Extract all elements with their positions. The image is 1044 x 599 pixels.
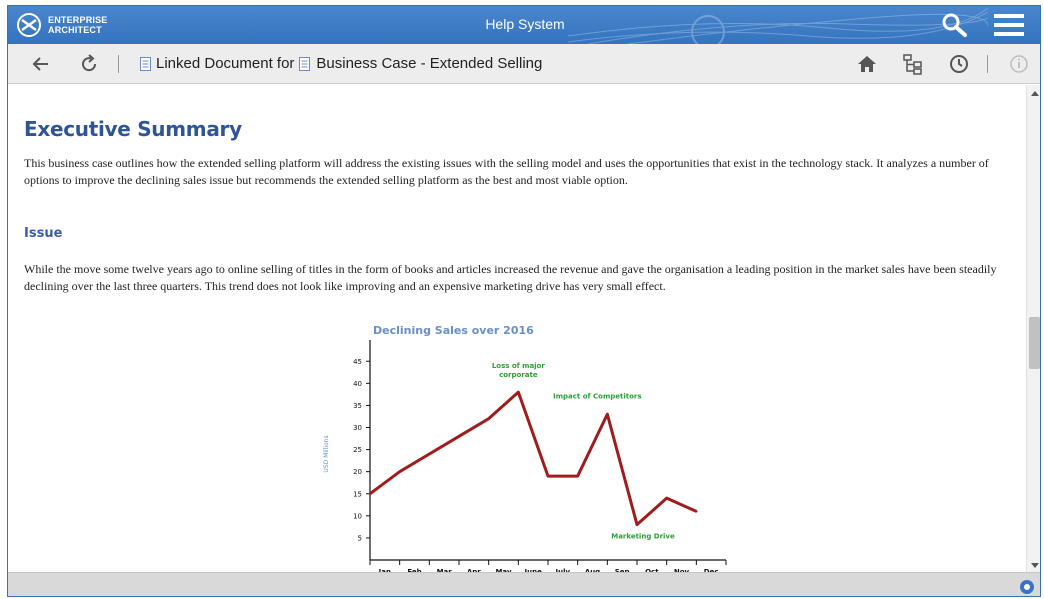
back-arrow-icon[interactable] <box>30 53 52 75</box>
data-point <box>517 390 520 394</box>
y-tick-label: 30 <box>353 424 362 432</box>
y-tick-label: 15 <box>353 490 362 498</box>
data-point <box>665 496 668 500</box>
data-point <box>428 452 431 456</box>
scroll-down-arrow-icon[interactable] <box>1031 563 1039 568</box>
document-icon <box>140 56 151 71</box>
info-icon[interactable] <box>1008 53 1030 75</box>
chart-annotation: Impact of Competitors <box>553 392 641 400</box>
data-point <box>546 474 550 478</box>
toolbar-separator <box>987 55 988 73</box>
scrollbar-thumb[interactable] <box>1029 317 1040 369</box>
data-point <box>487 417 490 420</box>
document-icon <box>299 56 311 71</box>
data-point <box>695 510 698 513</box>
refresh-icon[interactable] <box>78 53 100 75</box>
y-tick-label: 5 <box>358 534 362 542</box>
chart-title: Declining Sales over 2016 <box>373 324 534 337</box>
history-icon[interactable] <box>948 53 970 75</box>
y-axis-label: USD Millions <box>323 435 330 472</box>
status-indicator-icon[interactable] <box>1020 580 1034 594</box>
hierarchy-icon[interactable] <box>902 53 924 75</box>
vertical-scrollbar[interactable] <box>1026 85 1040 572</box>
breadcrumb-prefix: Linked Document for <box>156 55 295 72</box>
summary-paragraph: This business case outlines how the exte… <box>24 156 989 187</box>
y-tick-label: 40 <box>353 380 362 388</box>
toolbar-separator <box>118 55 119 73</box>
chart-annotation: Marketing Drive <box>611 533 675 541</box>
section-heading-issue: Issue <box>24 226 63 241</box>
y-tick-label: 45 <box>353 358 362 366</box>
chart-annotation: Loss of major corporate <box>492 362 546 379</box>
search-icon[interactable] <box>940 12 968 38</box>
y-tick-label: 20 <box>353 468 362 476</box>
scroll-up-arrow-icon[interactable] <box>1031 91 1039 96</box>
data-point <box>606 413 609 416</box>
navigation-toolbar: Linked Document for Business Case - Exte… <box>8 44 1040 84</box>
issue-paragraph: While the move some twelve years ago to … <box>24 262 997 293</box>
sales-line-chart: Declining Sales over 2016 USD Millions 5 10… <box>323 324 727 572</box>
y-tick-label: 10 <box>353 512 362 520</box>
status-bar <box>8 572 1040 596</box>
y-tick-label: 25 <box>353 446 362 454</box>
y-tick-label: 35 <box>353 402 362 410</box>
document-content: Executive Summary This business case out… <box>8 85 1026 572</box>
title-bar: ENTERPRISE ARCHITECT Help System <box>8 6 1040 44</box>
data-point <box>576 474 579 478</box>
data-point <box>635 523 639 526</box>
page-title: Executive Summary <box>24 117 242 141</box>
help-window: ENTERPRISE ARCHITECT Help System Linked … <box>7 5 1041 597</box>
home-icon[interactable] <box>856 53 878 75</box>
app-title: Help System <box>485 16 565 32</box>
breadcrumb-target[interactable]: Business Case - Extended Selling <box>316 55 542 72</box>
data-point <box>457 435 461 438</box>
sales-series-line <box>369 390 697 527</box>
data-point <box>398 470 401 473</box>
data-point <box>368 492 372 495</box>
hamburger-menu-icon[interactable] <box>994 14 1024 36</box>
breadcrumb: Linked Document for Business Case - Exte… <box>140 55 542 72</box>
